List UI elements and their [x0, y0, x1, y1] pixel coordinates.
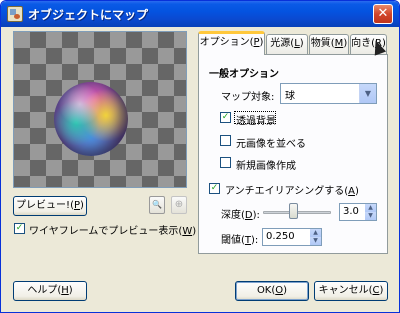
map-target-label: マップ対象:: [221, 92, 275, 103]
tile-source-checkbox[interactable]: [220, 135, 231, 146]
transparent-bg-label: 透過背景: [236, 116, 276, 127]
map-object-dialog: オブジェクトにマップ ✕ プレビュー!(P) 🔍 ⊕ ✓ ワイヤフレームでプレビ…: [0, 0, 400, 313]
window-title: オブジェクトにマップ: [28, 8, 149, 22]
map-target-select[interactable]: 球 ▼: [280, 83, 377, 104]
new-image-checkbox[interactable]: [220, 157, 231, 168]
general-options-heading: 一般オプション: [209, 69, 279, 80]
wireframe-label: ワイヤフレームでプレビュー表示(W): [29, 226, 197, 237]
threshold-spinbox[interactable]: 0.250 ▲ ▼: [262, 228, 322, 246]
tab-material[interactable]: 物質(M): [309, 34, 349, 54]
cancel-button[interactable]: キャンセル(C): [314, 281, 388, 301]
transparent-bg-checkbox[interactable]: ✓: [220, 112, 231, 123]
zoom-out-icon: 🔍: [152, 200, 162, 209]
app-icon: [7, 6, 23, 22]
threshold-label: 閾値(T):: [221, 235, 259, 246]
depth-spinbox[interactable]: 3.0 ▲ ▼: [339, 203, 377, 221]
close-icon: ✕: [377, 6, 389, 21]
tile-source-label: 元画像を並べる: [236, 139, 306, 150]
title-bar[interactable]: オブジェクトにマップ ✕: [1, 1, 399, 27]
close-button[interactable]: ✕: [373, 4, 393, 24]
spin-up-icon[interactable]: ▲: [365, 204, 376, 212]
zoom-out-button[interactable]: 🔍: [149, 196, 165, 214]
zoom-in-button[interactable]: ⊕: [171, 196, 187, 214]
tab-options[interactable]: オプション(P): [198, 31, 265, 55]
zoom-in-icon: ⊕: [174, 199, 184, 210]
wireframe-checkbox[interactable]: ✓: [14, 223, 25, 234]
chevron-down-icon: ▼: [359, 84, 376, 103]
antialias-label: アンチエイリアシングする(A): [225, 186, 359, 197]
preview-sphere: [54, 82, 128, 156]
spin-down-icon[interactable]: ▼: [365, 212, 376, 220]
depth-slider-thumb[interactable]: [288, 203, 298, 219]
spin-down-icon[interactable]: ▼: [310, 237, 321, 245]
preview-button[interactable]: プレビュー!(P): [13, 196, 87, 216]
depth-label: 深度(D):: [221, 210, 260, 221]
antialias-checkbox[interactable]: ✓: [209, 183, 220, 194]
spin-up-icon[interactable]: ▲: [310, 229, 321, 237]
help-button[interactable]: ヘルプ(H): [13, 281, 87, 301]
tab-light[interactable]: 光源(L): [266, 34, 308, 54]
ok-button[interactable]: OK(O): [235, 281, 309, 301]
new-image-label: 新規画像作成: [236, 161, 296, 172]
preview-canvas: [13, 31, 187, 188]
